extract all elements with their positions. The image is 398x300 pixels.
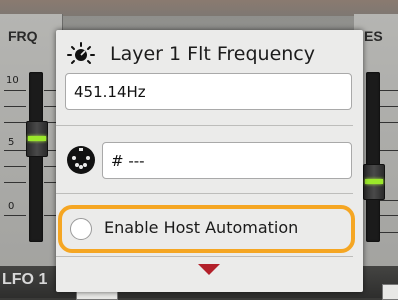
scale-label-0: 0: [8, 201, 15, 212]
popup-header: Layer 1 Flt Frequency: [64, 36, 359, 70]
divider: [56, 125, 353, 126]
right-slider-track[interactable]: [366, 72, 380, 242]
automation-label: Enable Host Automation: [104, 218, 299, 237]
value-input[interactable]: 451.14Hz: [65, 73, 352, 110]
scale-label-10: 10: [6, 75, 19, 86]
lfo-label: LFO 1: [2, 271, 48, 288]
slider-led: [28, 136, 46, 141]
midi-cc-input-text: # ---: [111, 152, 145, 170]
popup-title: Layer 1 Flt Frequency: [110, 43, 315, 65]
right-panel-label: ES: [364, 28, 383, 44]
midi-cc-input[interactable]: # ---: [102, 142, 352, 179]
divider: [56, 256, 353, 257]
midi-din-icon: [66, 145, 96, 175]
value-input-text: 451.14Hz: [74, 83, 146, 101]
tuning-knob-icon: [66, 41, 96, 67]
host-automation-toggle[interactable]: Enable Host Automation: [58, 205, 355, 253]
frq-label: FRQ: [8, 28, 38, 44]
frq-slider-knob[interactable]: [26, 121, 48, 157]
divider: [56, 193, 353, 194]
automation-radio[interactable]: [70, 218, 92, 240]
parameter-popup: Layer 1 Flt Frequency 451.14Hz # --- Ena…: [56, 30, 363, 292]
chevron-down-icon[interactable]: [198, 264, 220, 275]
scale-label-5: 5: [8, 137, 15, 148]
frq-slider-track[interactable]: [29, 72, 43, 242]
right-slider-knob[interactable]: [363, 164, 385, 200]
slider-led: [365, 179, 383, 184]
